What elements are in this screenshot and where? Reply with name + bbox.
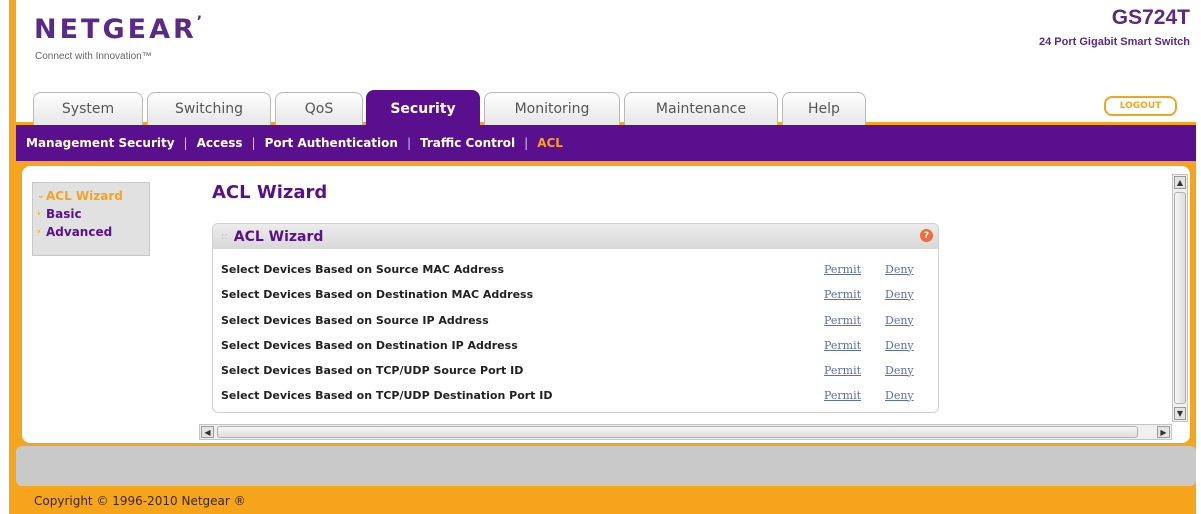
page-title: ACL Wizard	[212, 182, 328, 203]
permit-link[interactable]: Permit	[824, 339, 861, 352]
leftnav-item-basic[interactable]: › Basic	[33, 205, 149, 223]
deny-link[interactable]: Deny	[885, 314, 914, 327]
subnav-acl[interactable]: ACL	[537, 136, 563, 150]
grip-icon: ::	[221, 231, 228, 242]
tab-security[interactable]: Security	[366, 90, 480, 126]
permit-link[interactable]: Permit	[824, 364, 861, 377]
row-label: Select Devices Based on Destination IP A…	[221, 338, 518, 352]
deny-link[interactable]: Deny	[885, 389, 914, 402]
model-name: GS724T	[1111, 6, 1190, 29]
acl-wizard-box: :: ACL Wizard ? Select Devices Based on …	[212, 223, 939, 413]
chevron-right-icon: ›	[37, 209, 41, 219]
tab-system[interactable]: System	[33, 92, 143, 125]
tab-switching[interactable]: Switching	[147, 92, 271, 125]
chevron-right-icon: ›	[37, 227, 41, 237]
scroll-right-icon[interactable]: ▶	[1157, 426, 1170, 438]
tab-qos[interactable]: QoS	[275, 92, 363, 125]
subnav-separator: |	[406, 136, 411, 150]
box-title: ACL Wizard	[233, 228, 324, 245]
logout-button[interactable]: LOGOUT	[1104, 96, 1177, 116]
chevron-down-icon: ⌄	[37, 191, 45, 201]
leftnav-item-label: ACL Wizard	[46, 189, 123, 203]
subnav-traffic-control[interactable]: Traffic Control	[420, 136, 515, 150]
vertical-scrollbar[interactable]: ▲ ▼	[1172, 174, 1188, 422]
subnav-access[interactable]: Access	[197, 136, 243, 150]
leftnav-item-label: Advanced	[46, 225, 113, 239]
row-label: Select Devices Based on Destination MAC …	[221, 287, 534, 301]
scroll-down-icon[interactable]: ▼	[1174, 407, 1186, 420]
left-navigation: ⌄ ACL Wizard › Basic › Advanced	[32, 182, 150, 256]
leftnav-item-acl-wizard[interactable]: ⌄ ACL Wizard	[33, 187, 149, 205]
content-panel: ⌄ ACL Wizard › Basic › Advanced ACL Wiza…	[22, 166, 1190, 443]
permit-link[interactable]: Permit	[824, 288, 861, 301]
row-label: Select Devices Based on Source IP Addres…	[221, 313, 489, 327]
wizard-row: Select Devices Based on TCP/UDP Destinat…	[221, 386, 926, 404]
scroll-left-icon[interactable]: ◀	[201, 426, 214, 438]
help-icon[interactable]: ?	[920, 229, 933, 242]
subnav-separator: |	[251, 136, 256, 150]
model-description: 24 Port Gigabit Smart Switch	[1039, 36, 1190, 48]
tab-maintenance[interactable]: Maintenance	[624, 92, 778, 125]
deny-link[interactable]: Deny	[885, 288, 914, 301]
leftnav-item-label: Basic	[46, 207, 82, 221]
row-label: Select Devices Based on TCP/UDP Destinat…	[221, 388, 553, 402]
tab-monitoring[interactable]: Monitoring	[484, 92, 620, 125]
wizard-row: Select Devices Based on Source MAC Addre…	[221, 260, 926, 278]
deny-link[interactable]: Deny	[885, 364, 914, 377]
wizard-row: Select Devices Based on TCP/UDP Source P…	[221, 361, 926, 379]
wizard-row: Select Devices Based on Destination IP A…	[221, 336, 926, 354]
copyright: Copyright © 1996-2010 Netgear ®	[34, 494, 246, 508]
permit-link[interactable]: Permit	[824, 263, 861, 276]
wizard-row: Select Devices Based on Destination MAC …	[221, 285, 926, 303]
deny-link[interactable]: Deny	[885, 339, 914, 352]
permit-link[interactable]: Permit	[824, 389, 861, 402]
scroll-thumb[interactable]	[217, 426, 1138, 438]
scroll-up-icon[interactable]: ▲	[1174, 176, 1186, 189]
deny-link[interactable]: Deny	[885, 263, 914, 276]
subnav-separator: |	[524, 136, 529, 150]
box-header: :: ACL Wizard ?	[213, 224, 938, 249]
sub-navigation: Management Security | Access | Port Auth…	[16, 125, 1196, 161]
leftnav-item-advanced[interactable]: › Advanced	[33, 223, 149, 241]
row-label: Select Devices Based on Source MAC Addre…	[221, 262, 504, 276]
row-label: Select Devices Based on TCP/UDP Source P…	[221, 363, 524, 377]
bottom-bar	[16, 446, 1196, 486]
subnav-separator: |	[183, 136, 188, 150]
horizontal-scrollbar[interactable]: ◀ ▶	[199, 424, 1172, 440]
subnav-port-authentication[interactable]: Port Authentication	[265, 136, 398, 150]
subnav-management-security[interactable]: Management Security	[26, 136, 175, 150]
scroll-thumb[interactable]	[1174, 192, 1186, 404]
permit-link[interactable]: Permit	[824, 314, 861, 327]
netgear-logo: NETGEAR’	[34, 14, 206, 45]
tab-help[interactable]: Help	[782, 92, 866, 125]
tagline: Connect with Innovation™	[35, 51, 152, 62]
wizard-row: Select Devices Based on Source IP Addres…	[221, 311, 926, 329]
